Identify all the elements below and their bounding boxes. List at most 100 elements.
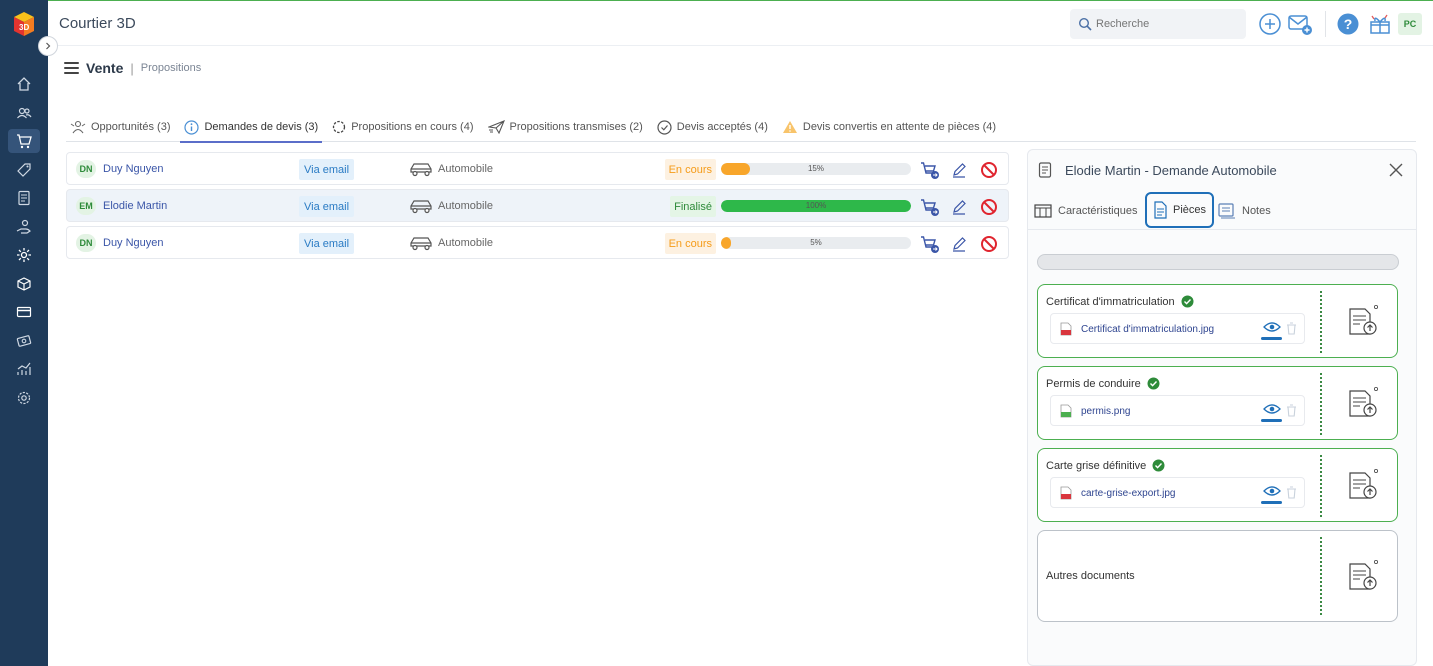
eye-icon[interactable]	[1263, 485, 1281, 497]
news-button[interactable]	[1367, 11, 1393, 37]
edit-button[interactable]	[949, 160, 969, 180]
trash-icon[interactable]	[1286, 404, 1297, 417]
trash-icon[interactable]	[1286, 322, 1297, 335]
divider	[1320, 455, 1322, 517]
view-indicator	[1261, 337, 1282, 340]
sidebar-toggle-button[interactable]	[38, 36, 58, 56]
upload-document-icon[interactable]	[1345, 303, 1381, 339]
add-button[interactable]	[1257, 11, 1283, 37]
breadcrumb: Vente | Propositions	[64, 58, 201, 78]
tab-caracteristiques[interactable]: Caractéristiques	[1034, 194, 1137, 228]
image-file-icon	[1060, 322, 1072, 336]
tab-propositions-en-cours[interactable]: Propositions en cours (4)	[328, 112, 477, 142]
convert-to-cart-button[interactable]	[920, 234, 940, 254]
document-card: Carte grise définitive carte-grise-expor…	[1037, 448, 1398, 522]
topbar-separator	[1325, 11, 1326, 37]
file-name[interactable]: Certificat d'immatriculation.jpg	[1081, 324, 1214, 335]
box-icon	[17, 277, 31, 291]
tab-devis-convertis[interactable]: Devis convertis en attente de pièces (4)	[778, 112, 1000, 142]
tab-propositions-transmises[interactable]: Propositions transmises (2)	[484, 112, 647, 142]
topbar: Courtier 3D ? PC	[48, 0, 1433, 46]
panel-tabs: Caractéristiques Pièces Notes	[1028, 192, 1416, 230]
edit-button[interactable]	[949, 234, 969, 254]
close-button[interactable]	[1386, 160, 1406, 180]
client-name[interactable]: Duy Nguyen	[103, 163, 164, 175]
document-title-text: Permis de conduire	[1046, 377, 1141, 390]
sidebar-item-claims[interactable]	[8, 215, 40, 239]
forbidden-icon	[981, 236, 997, 252]
user-avatar[interactable]: PC	[1398, 13, 1422, 35]
sidebar-item-contacts[interactable]	[8, 101, 40, 125]
table-row[interactable]: DN Duy Nguyen Via email Automobile En co…	[66, 226, 1009, 259]
gear-icon	[17, 391, 31, 405]
info-icon	[184, 119, 200, 135]
convert-to-cart-button[interactable]	[920, 197, 940, 217]
sidebar-item-tags[interactable]	[8, 158, 40, 182]
svg-text:3D: 3D	[19, 23, 29, 32]
tab-label: Devis acceptés (4)	[676, 121, 768, 133]
search-box[interactable]	[1070, 9, 1246, 39]
cart-arrow-icon	[921, 199, 939, 216]
document-title-text: Carte grise définitive	[1046, 459, 1147, 472]
cancel-button[interactable]	[979, 197, 999, 217]
sidebar-item-settings[interactable]	[8, 386, 40, 410]
file-item[interactable]: Certificat d'immatriculation.jpg	[1050, 313, 1305, 344]
document-card: Permis de conduire permis.png	[1037, 366, 1398, 440]
vehicle-type: Automobile	[438, 200, 494, 212]
client-name[interactable]: Elodie Martin	[103, 200, 167, 212]
svg-text:?: ?	[1344, 16, 1353, 32]
plus-circle-icon	[1259, 13, 1281, 35]
table-row[interactable]: EM Elodie Martin Via email Automobile Fi…	[66, 189, 1009, 222]
tab-devis-acceptes[interactable]: Devis acceptés (4)	[653, 112, 772, 142]
menu-icon[interactable]	[64, 62, 79, 74]
search-input[interactable]	[1096, 18, 1236, 30]
sidebar-item-stats[interactable]	[8, 357, 40, 381]
tab-demandes-de-devis[interactable]: Demandes de devis (3)	[180, 112, 322, 143]
client-name[interactable]: Duy Nguyen	[103, 237, 164, 249]
file-item[interactable]: permis.png	[1050, 395, 1305, 426]
detail-panel: Elodie Martin - Demande Automobile Carac…	[1027, 149, 1417, 666]
tab-opportunites[interactable]: Opportunités (3)	[66, 112, 174, 142]
file-item[interactable]: carte-grise-export.jpg	[1050, 477, 1305, 508]
tab-label: Caractéristiques	[1058, 205, 1138, 217]
file-name[interactable]: permis.png	[1081, 406, 1130, 417]
sidebar-item-settings-advanced[interactable]	[8, 243, 40, 267]
hand-money-icon	[16, 219, 31, 234]
eye-icon[interactable]	[1263, 321, 1281, 333]
tab-label: Demandes de devis (3)	[204, 121, 319, 133]
panel-header: Elodie Martin - Demande Automobile	[1028, 150, 1416, 190]
trash-icon[interactable]	[1286, 486, 1297, 499]
edit-button[interactable]	[949, 197, 969, 217]
help-button[interactable]: ?	[1335, 11, 1361, 37]
channel-badge: Via email	[299, 159, 355, 180]
eye-icon[interactable]	[1263, 403, 1281, 415]
breadcrumb-sub[interactable]: Propositions	[141, 62, 202, 74]
tab-pieces[interactable]: Pièces	[1145, 192, 1215, 228]
cancel-button[interactable]	[979, 234, 999, 254]
progress-bar: 15%	[721, 163, 911, 175]
tab-label: Propositions transmises (2)	[509, 121, 643, 133]
cancel-button[interactable]	[979, 160, 999, 180]
file-name[interactable]: carte-grise-export.jpg	[1081, 488, 1175, 499]
tab-notes[interactable]: Notes	[1218, 194, 1271, 228]
sidebar-item-documents[interactable]	[8, 186, 40, 210]
sidebar-item-home[interactable]	[8, 72, 40, 96]
cart-arrow-icon	[921, 162, 939, 179]
sidebar-item-products[interactable]	[8, 272, 40, 296]
upload-document-icon[interactable]	[1345, 558, 1381, 594]
image-file-icon	[1060, 486, 1072, 500]
upload-document-icon[interactable]	[1345, 467, 1381, 503]
file-icon	[1154, 201, 1167, 219]
tab-label: Propositions en cours (4)	[351, 121, 474, 133]
table-row[interactable]: DN Duy Nguyen Via email Automobile En co…	[66, 152, 1009, 185]
sidebar-item-finance[interactable]	[8, 329, 40, 353]
new-mail-button[interactable]	[1287, 11, 1313, 37]
sidebar-item-vente[interactable]	[8, 129, 40, 153]
sidebar-item-payments[interactable]	[8, 300, 40, 324]
channel-badge: Via email	[299, 196, 355, 217]
convert-to-cart-button[interactable]	[920, 160, 940, 180]
help-icon: ?	[1337, 13, 1359, 35]
document-title: Certificat d'immatriculation	[1046, 295, 1194, 308]
upload-document-icon[interactable]	[1345, 385, 1381, 421]
divider	[1320, 537, 1322, 615]
